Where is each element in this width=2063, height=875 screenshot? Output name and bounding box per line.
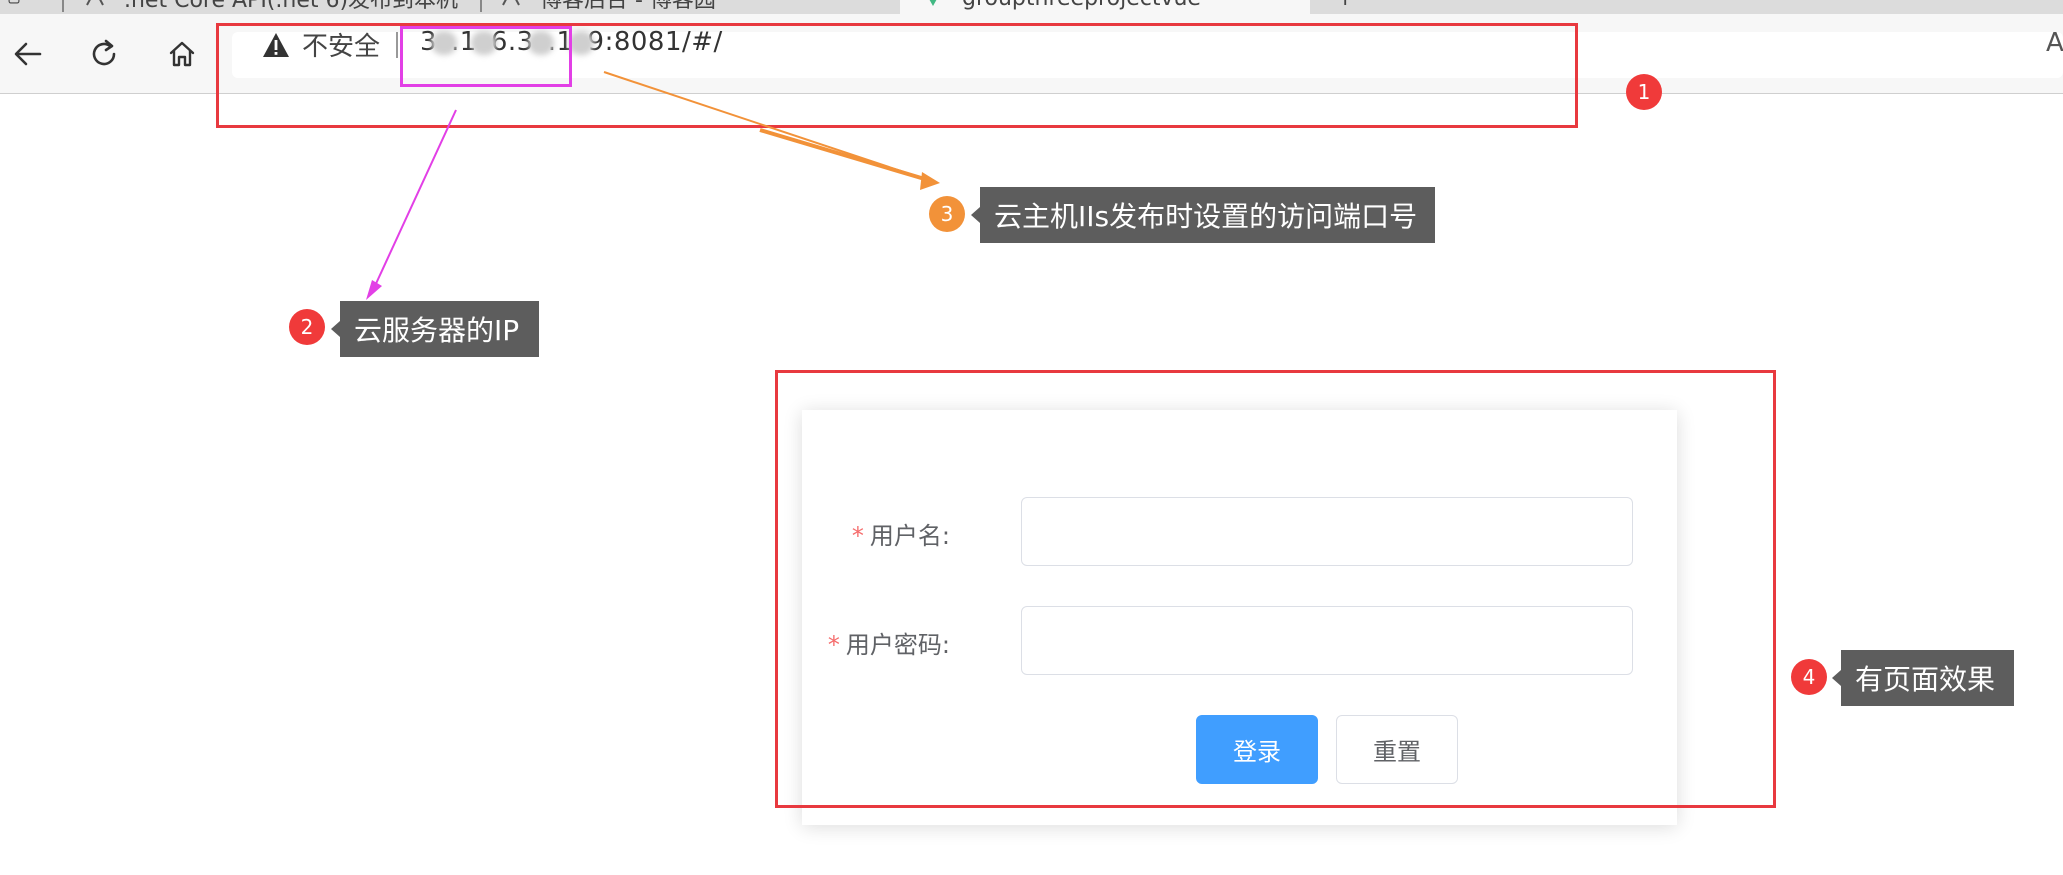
plus-icon: + [1336, 0, 1354, 11]
blog-favicon-icon [502, 0, 520, 6]
tab-actions-icon [8, 0, 20, 4]
redaction-blur [431, 30, 458, 55]
tab-blog-admin[interactable]: 博客后台 - 博客园 ✕ [500, 0, 880, 14]
reader-mode-icon[interactable]: A [2046, 28, 2063, 58]
arrowhead [366, 280, 382, 300]
close-icon[interactable]: ✕ [440, 0, 458, 7]
url-port-path: :8081/#/ [604, 27, 723, 57]
arrow-to-ip-callout [373, 109, 457, 289]
tab-title: 博客后台 - 博客园 [540, 0, 716, 13]
arrowhead [920, 172, 940, 190]
username-label-text: 用户名: [869, 522, 950, 550]
reset-button[interactable]: 重置 [1336, 715, 1458, 784]
refresh-icon [92, 39, 116, 66]
login-button[interactable]: 登录 [1196, 715, 1318, 784]
back-arrow-icon [14, 42, 42, 66]
tab-net-core-api[interactable]: .net Core API(.net 6)发布到本机 ✕ [84, 0, 464, 14]
password-label: * 用户密码: [816, 625, 950, 660]
address-divider [396, 32, 398, 58]
tab-separator [480, 0, 482, 12]
required-mark: * [827, 631, 840, 659]
new-tab-button[interactable]: + [1336, 0, 1366, 14]
tab-title: .net Core API(.net 6)发布到本机 [124, 0, 459, 13]
arrow-to-port-callout-thick [759, 128, 929, 182]
warning-icon [263, 32, 289, 57]
tab-separator [62, 0, 64, 12]
annotation-badge-1: 1 [1626, 74, 1662, 110]
password-label-text: 用户密码: [845, 631, 950, 659]
password-input[interactable] [1021, 606, 1633, 675]
callout-iis-port: 云主机IIs发布时设置的访问端口号 [971, 187, 1435, 243]
security-label: 不安全 [302, 32, 381, 62]
annotation-badge-4: 4 [1791, 659, 1827, 695]
annotation-badge-3: 3 [929, 196, 965, 232]
redaction-blur [567, 30, 594, 55]
home-button[interactable] [164, 36, 200, 72]
username-label: * 用户名: [840, 516, 950, 551]
required-mark: * [851, 522, 864, 550]
redaction-blur [470, 30, 497, 55]
username-input[interactable] [1021, 497, 1633, 566]
annotation-badge-2: 2 [289, 309, 325, 345]
back-button[interactable] [10, 36, 46, 72]
site-security-indicator[interactable]: 不安全 [262, 26, 380, 63]
vue-favicon-icon [929, 0, 937, 6]
callout-server-ip: 云服务器的IP [331, 301, 539, 357]
tab-title: groupthreeprojectvue [962, 0, 1201, 11]
callout-page-effect: 有页面效果 [1832, 650, 2014, 706]
tab-groupthreeprojectvue[interactable]: groupthreeprojectvue ✕ [900, 0, 1310, 14]
tab-strip: .net Core API(.net 6)发布到本机 ✕ 博客后台 - 博客园 … [0, 0, 2063, 14]
refresh-button[interactable] [86, 36, 122, 72]
blog-favicon-icon [86, 0, 104, 6]
url-text[interactable]: 3.1 6.3.1 9:8081/#/ [420, 27, 723, 57]
tab-actions-button[interactable] [8, 0, 38, 14]
home-icon [169, 41, 195, 67]
close-icon[interactable]: ✕ [1270, 0, 1288, 7]
close-icon[interactable]: ✕ [856, 0, 874, 7]
redaction-blur [527, 30, 554, 55]
